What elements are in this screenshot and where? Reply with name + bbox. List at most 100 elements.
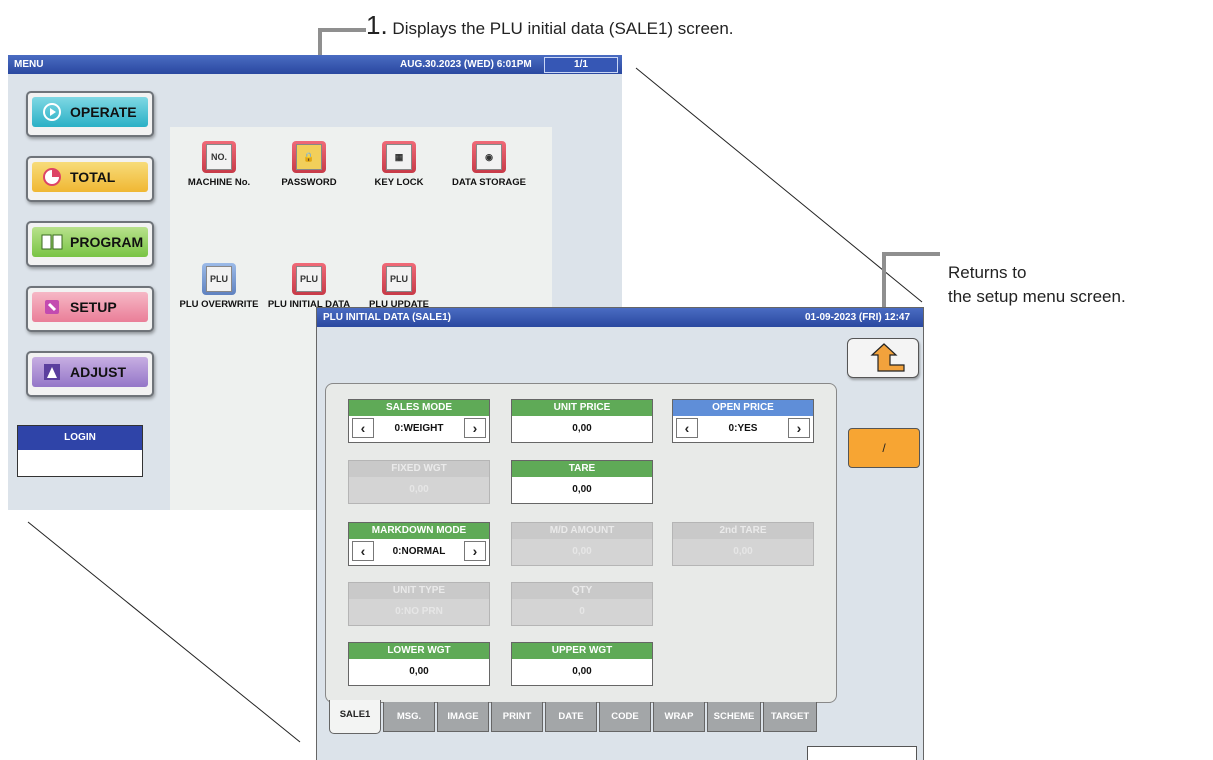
unit-type-label: UNIT TYPE [349,583,489,599]
unit-type-field: UNIT TYPE 0:NO PRN [348,582,490,626]
program-label: PROGRAM [70,234,144,250]
open-price-value: 0:YES [728,423,758,434]
open-price-field[interactable]: OPEN PRICE ‹ 0:YES › [672,399,814,443]
machine-no-icon: NO. [202,141,236,173]
menu-item-plu-overwrite[interactable]: PLU PLU OVERWRITE [174,263,264,310]
tab-target[interactable]: TARGET [763,702,817,732]
markdown-mode-field[interactable]: MARKDOWN MODE ‹ 0:NORMAL › [348,522,490,566]
open-price-next-button[interactable]: › [788,418,810,438]
open-price-prev-button[interactable]: ‹ [676,418,698,438]
md-amount-value: 0,00 [572,546,592,557]
slash-button[interactable]: / [848,428,920,468]
fixed-wgt-label: FIXED WGT [349,461,489,477]
plu-initial-data-screen: PLU INITIAL DATA (SALE1) 01-09-2023 (FRI… [316,307,924,760]
tare-field[interactable]: TARE 0,00 [511,460,653,504]
fixed-wgt-field: FIXED WGT 0,00 [348,460,490,504]
menu-item-label: PLU OVERWRITE [179,299,259,310]
callout-return: Returns to the setup menu screen. [948,261,1126,309]
return-line-2: the setup menu screen. [948,287,1126,306]
lower-wgt-label: LOWER WGT [349,643,489,659]
setup-button[interactable]: SETUP [26,286,154,332]
plu-initial-data-icon: PLU [292,263,326,295]
tab-scheme[interactable]: SCHEME [707,702,761,732]
menu-item-key-lock[interactable]: ▦ KEY LOCK [354,141,444,188]
sales-mode-value: 0:WEIGHT [394,423,444,434]
key-lock-icon: ▦ [382,141,416,173]
sales-mode-field[interactable]: SALES MODE ‹ 0:WEIGHT › [348,399,490,443]
operate-button[interactable]: OPERATE [26,91,154,137]
unit-price-field[interactable]: UNIT PRICE 0,00 [511,399,653,443]
lower-wgt-field[interactable]: LOWER WGT 0,00 [348,642,490,686]
total-button[interactable]: TOTAL [26,156,154,202]
qty-label: QTY [512,583,652,599]
bottom-right-box [807,746,917,760]
plu-update-icon: PLU [382,263,416,295]
menu-title: MENU [14,59,44,70]
operate-label: OPERATE [70,104,137,120]
menu-item-machine-no[interactable]: NO. MACHINE No. [174,141,264,188]
upper-wgt-field[interactable]: UPPER WGT 0,00 [511,642,653,686]
menu-titlebar: MENU AUG.30.2023 (WED) 6:01PM 1/1 [8,55,622,74]
second-tare-field: 2nd TARE 0,00 [672,522,814,566]
operate-icon [40,101,64,123]
open-price-label: OPEN PRICE [673,400,813,416]
menu-item-label: KEY LOCK [374,177,424,188]
adjust-label: ADJUST [70,364,127,380]
program-button[interactable]: PROGRAM [26,221,154,267]
lower-wgt-value: 0,00 [409,666,429,677]
sale1-panel: SALES MODE ‹ 0:WEIGHT › UNIT PRICE 0,00 … [325,383,837,703]
menu-item-plu-update[interactable]: PLU PLU UPDATE [354,263,444,310]
qty-field: QTY 0 [511,582,653,626]
menu-item-label: PASSWORD [281,177,337,188]
plu-datetime: 01-09-2023 (FRI) 12:47 [805,312,911,323]
tab-msg[interactable]: MSG. [383,702,435,732]
menu-datetime: AUG.30.2023 (WED) 6:01PM [400,59,532,70]
step-text: Displays the PLU initial data (SALE1) sc… [392,19,734,38]
sales-mode-prev-button[interactable]: ‹ [352,418,374,438]
unit-type-value: 0:NO PRN [395,606,443,617]
tab-print[interactable]: PRINT [491,702,543,732]
upper-wgt-value: 0,00 [572,666,592,677]
md-amount-label: M/D AMOUNT [512,523,652,539]
second-tare-value: 0,00 [733,546,753,557]
page-indicator: 1/1 [544,57,618,73]
step-number: 1. [366,10,388,40]
setup-wrench-icon [40,296,64,318]
sales-mode-label: SALES MODE [349,400,489,416]
markdown-mode-label: MARKDOWN MODE [349,523,489,539]
second-tare-label: 2nd TARE [673,523,813,539]
menu-item-password[interactable]: 🔒 PASSWORD [264,141,354,188]
menu-item-plu-initial-data[interactable]: PLU PLU INITIAL DATA [264,263,354,310]
plu-titlebar: PLU INITIAL DATA (SALE1) 01-09-2023 (FRI… [317,308,923,327]
plu-overwrite-icon: PLU [202,263,236,295]
tab-image[interactable]: IMAGE [437,702,489,732]
return-line-1: Returns to [948,263,1027,282]
data-storage-icon: ◉ [472,141,506,173]
qty-value: 0 [579,606,585,617]
setup-label: SETUP [70,299,117,315]
total-label: TOTAL [70,169,116,185]
tab-date[interactable]: DATE [545,702,597,732]
menu-item-data-storage[interactable]: ◉ DATA STORAGE [444,141,534,188]
login-box[interactable]: LOGIN [17,425,143,477]
menu-item-label: DATA STORAGE [451,177,527,188]
return-button[interactable] [847,338,919,378]
tab-wrap[interactable]: WRAP [653,702,705,732]
login-label: LOGIN [18,426,142,450]
sales-mode-next-button[interactable]: › [464,418,486,438]
adjust-icon [40,361,64,383]
adjust-button[interactable]: ADJUST [26,351,154,397]
tare-label: TARE [512,461,652,477]
unit-price-value: 0,00 [572,423,592,434]
fixed-wgt-value: 0,00 [409,484,429,495]
password-lock-icon: 🔒 [292,141,326,173]
tab-sale1[interactable]: SALE1 [329,700,381,734]
callout-step-1: 1. Displays the PLU initial data (SALE1)… [366,10,734,41]
tab-code[interactable]: CODE [599,702,651,732]
markdown-mode-next-button[interactable]: › [464,541,486,561]
return-arrow-icon [870,343,905,372]
tare-value: 0,00 [572,484,592,495]
upper-wgt-label: UPPER WGT [512,643,652,659]
md-amount-field: M/D AMOUNT 0,00 [511,522,653,566]
markdown-mode-prev-button[interactable]: ‹ [352,541,374,561]
